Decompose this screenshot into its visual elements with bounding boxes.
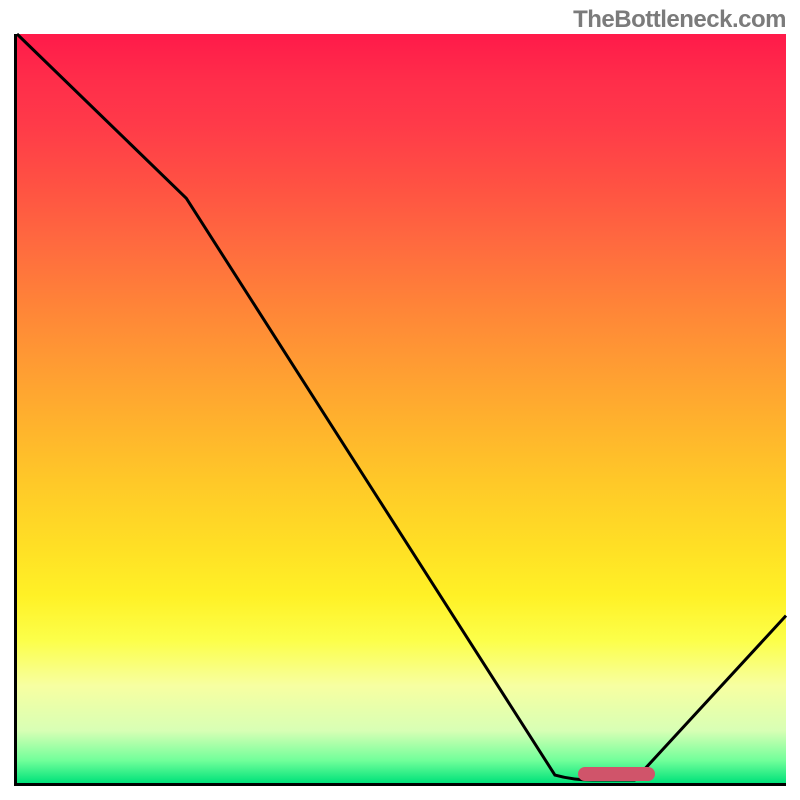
curve-layer [17, 34, 786, 783]
optimal-range-marker [578, 767, 655, 781]
plot-area [14, 34, 786, 786]
bottleneck-curve [17, 34, 786, 780]
brand-watermark: TheBottleneck.com [573, 6, 786, 34]
chart-root: TheBottleneck.com [0, 0, 800, 800]
